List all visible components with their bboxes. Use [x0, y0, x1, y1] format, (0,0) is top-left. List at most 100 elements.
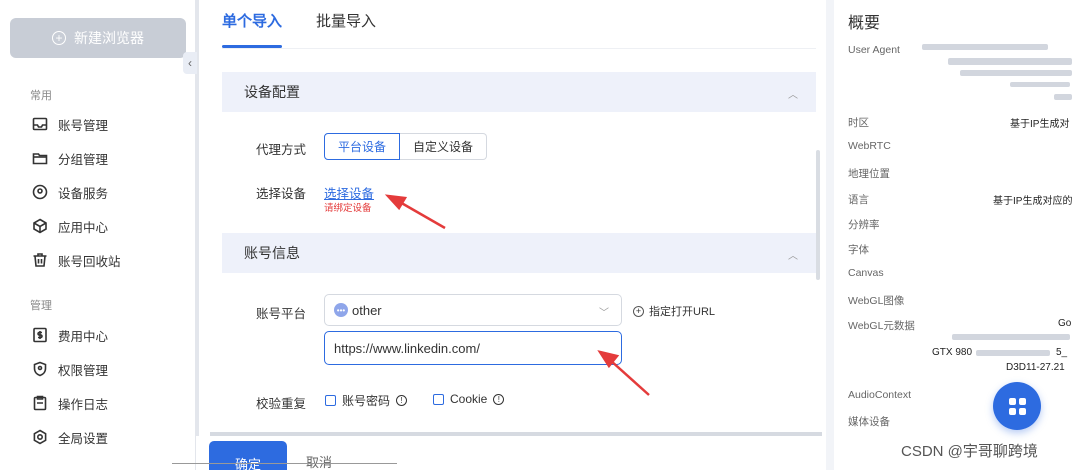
overview-label-geo: 地理位置	[848, 168, 890, 180]
platform-icon: •••	[334, 303, 348, 317]
overview-label-webgl-meta: WebGL元数据	[848, 320, 915, 332]
checkbox[interactable]	[433, 393, 444, 405]
sidebar-item-billing[interactable]: 费用中心	[32, 324, 108, 346]
dedupe-option-cookie[interactable]: Cookie !	[433, 392, 505, 406]
folder-icon	[32, 150, 48, 166]
overview-label-user-agent: User Agent	[848, 44, 900, 56]
sidebar-item-label: 权限管理	[58, 363, 109, 378]
sidebar-item-settings[interactable]: 全局设置	[32, 426, 108, 448]
sidebar-item-label: 账号回收站	[58, 254, 121, 269]
redacted-value	[960, 70, 1072, 76]
proxy-option-platform[interactable]: 平台设备	[324, 133, 401, 160]
import-tabs: 单个导入 批量导入	[222, 0, 376, 48]
confirm-button[interactable]: 确定	[209, 441, 287, 470]
sidebar-item-apps[interactable]: 应用中心	[32, 215, 108, 237]
app-menu-fab[interactable]	[993, 382, 1041, 430]
proxy-mode-switch: 平台设备 自定义设备	[324, 133, 488, 160]
plus-icon: +	[633, 305, 644, 317]
redacted-value	[922, 44, 1048, 50]
open-url-label: 指定打开URL	[649, 306, 716, 318]
device-config-header[interactable]: 设备配置 ︿	[222, 72, 816, 112]
cancel-button[interactable]: 取消	[306, 452, 332, 470]
sidebar-item-groups[interactable]: 分组管理	[32, 147, 108, 169]
chevron-down-icon: ﹀	[599, 308, 609, 319]
dollar-icon	[32, 327, 48, 343]
sidebar-item-label: 设备服务	[58, 186, 109, 201]
grid-icon	[1008, 397, 1026, 415]
open-url-button[interactable]: + 指定打开URL	[633, 303, 715, 319]
section-title: 设备配置	[244, 84, 300, 100]
location-icon	[32, 184, 48, 200]
collapse-sidebar-button[interactable]: ‹	[183, 52, 197, 74]
group-title-manage: 管理	[30, 300, 52, 312]
chevron-up-icon: ︿	[788, 251, 798, 262]
sidebar-item-label: 操作日志	[58, 397, 109, 412]
tab-batch-import[interactable]: 批量导入	[316, 0, 376, 48]
platform-value: other	[352, 302, 382, 318]
sidebar: + 新建浏览器 常用 账号管理 分组管理 设备服务 应用中心 账号回收站 管理 …	[0, 0, 196, 470]
overview-label-media: 媒体设备	[848, 416, 890, 428]
redacted-value	[952, 334, 1070, 340]
annotation-arrow-device	[397, 199, 446, 230]
proxy-option-custom[interactable]: 自定义设备	[400, 133, 488, 160]
overview-label-audio: AudioContext	[848, 389, 912, 401]
plus-icon: +	[52, 31, 66, 45]
new-browser-button[interactable]: + 新建浏览器	[10, 18, 186, 58]
tab-single-import[interactable]: 单个导入	[222, 0, 283, 48]
annotation-arrow-url	[609, 359, 650, 396]
chevron-up-icon: ︿	[788, 90, 798, 101]
url-input[interactable]	[324, 331, 622, 365]
sidebar-item-recycle[interactable]: 账号回收站	[32, 249, 121, 271]
sidebar-item-devices[interactable]: 设备服务	[32, 181, 108, 203]
overview-value-language: 基于IP生成对应的	[993, 196, 1073, 207]
dedupe-label: 校验重复	[256, 397, 307, 411]
redacted-value	[976, 350, 1050, 356]
inbox-icon	[32, 116, 48, 132]
proxy-label: 代理方式	[256, 143, 307, 157]
sidebar-item-label: 全局设置	[58, 431, 109, 446]
cube-icon	[32, 218, 48, 234]
select-device-label: 选择设备	[256, 187, 307, 201]
redacted-value	[948, 58, 1072, 65]
account-info-header[interactable]: 账号信息 ︿	[222, 233, 816, 273]
overview-title: 概要	[848, 15, 881, 32]
dedupe-option-label: 账号密码	[342, 394, 391, 408]
overview-label-fonts: 字体	[848, 244, 869, 256]
shield-icon	[32, 361, 48, 377]
arrowhead	[384, 194, 408, 211]
overview-label-canvas: Canvas	[848, 267, 884, 279]
overview-label-webrtc: WebRTC	[848, 140, 891, 152]
trash-icon	[32, 252, 48, 268]
overview-value-webgl-meta: Go	[1058, 318, 1072, 329]
new-browser-label: 新建浏览器	[74, 30, 144, 46]
overview-label-resolution: 分辨率	[848, 219, 880, 231]
sidebar-item-label: 费用中心	[58, 329, 109, 344]
dedupe-option-password[interactable]: 账号密码 !	[325, 392, 408, 409]
overview-label-webgl-image: WebGL图像	[848, 295, 905, 307]
overview-value-timezone: 基于IP生成对	[1010, 119, 1070, 130]
sidebar-item-permissions[interactable]: 权限管理	[32, 358, 108, 380]
form-scrollbar[interactable]	[816, 150, 820, 280]
checkbox[interactable]	[325, 395, 336, 406]
overview-label-language: 语言	[848, 194, 869, 206]
overview-webgl-line2: GTX 980	[932, 347, 973, 358]
redacted-value	[1010, 82, 1070, 87]
sidebar-item-accounts[interactable]: 账号管理	[32, 113, 108, 135]
sidebar-item-label: 账号管理	[58, 118, 109, 133]
sidebar-item-label: 应用中心	[58, 220, 109, 235]
gear-icon	[32, 429, 48, 445]
info-icon: !	[493, 393, 505, 405]
sidebar-item-label: 分组管理	[58, 152, 109, 167]
bind-device-warning: 请绑定设备	[324, 203, 372, 214]
clipboard-icon	[32, 395, 48, 411]
sidebar-item-logs[interactable]: 操作日志	[32, 392, 108, 414]
watermark: CSDN @宇哥聊跨境	[901, 443, 1038, 460]
platform-select[interactable]: ••• other ﹀	[324, 294, 622, 326]
redacted-value	[1054, 94, 1072, 100]
platform-label: 账号平台	[256, 307, 307, 321]
panel-gap	[826, 0, 834, 470]
tabs-divider	[222, 48, 816, 49]
footer-bar	[196, 436, 826, 470]
info-icon: !	[396, 395, 408, 406]
overview-label-timezone: 时区	[848, 117, 869, 129]
